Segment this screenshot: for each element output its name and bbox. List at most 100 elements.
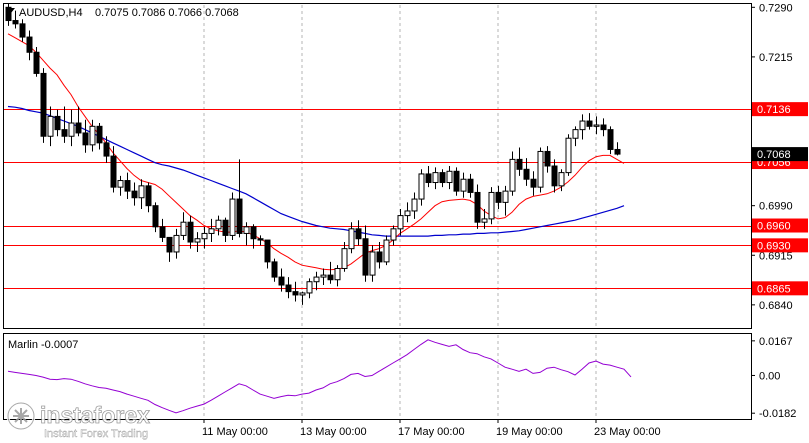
bearish-candle xyxy=(26,36,33,53)
bullish-candle xyxy=(488,191,495,220)
bullish-candle xyxy=(341,248,348,269)
bullish-candle xyxy=(229,198,236,236)
bullish-candle xyxy=(299,292,306,296)
bearish-candle xyxy=(530,178,537,188)
bullish-candle xyxy=(446,170,453,184)
y-tick-label: 0.7215 xyxy=(759,52,793,64)
bullish-candle xyxy=(320,274,327,278)
bullish-candle xyxy=(334,267,341,281)
bullish-candle xyxy=(404,210,411,217)
bearish-candle xyxy=(551,165,558,187)
osc-y-tick-label: 0.00 xyxy=(759,370,780,382)
bullish-candle xyxy=(397,215,404,230)
bearish-candle xyxy=(453,170,460,192)
bullish-candle xyxy=(418,173,425,200)
bullish-candle xyxy=(215,219,222,230)
bullish-candle xyxy=(432,172,439,184)
bullish-candle xyxy=(138,185,145,199)
bearish-candle xyxy=(523,168,530,180)
bullish-candle xyxy=(460,178,467,192)
level-price-label: 0.7136 xyxy=(757,104,791,116)
bearish-candle xyxy=(586,120,593,127)
bearish-candle xyxy=(264,239,271,263)
bullish-candle xyxy=(180,221,187,236)
bearish-candle xyxy=(103,142,110,157)
bearish-candle xyxy=(292,291,299,296)
level-price-label: 0.6865 xyxy=(757,283,791,295)
bearish-candle xyxy=(54,115,61,131)
current-price-label: 0.7068 xyxy=(757,149,791,161)
bearish-candle xyxy=(474,191,481,223)
bearish-candle xyxy=(544,150,551,167)
bullish-candle xyxy=(173,234,180,253)
bearish-candle xyxy=(12,20,19,25)
bearish-candle xyxy=(355,228,362,240)
bullish-candle xyxy=(593,124,600,127)
bullish-candle xyxy=(208,228,215,234)
bullish-candle xyxy=(481,218,488,223)
bearish-candle xyxy=(96,125,103,144)
bearish-candle xyxy=(159,226,166,238)
bullish-candle xyxy=(201,232,208,240)
bearish-candle xyxy=(19,23,26,38)
bullish-candle xyxy=(502,190,509,203)
bearish-candle xyxy=(376,251,383,263)
bearish-candle xyxy=(110,155,117,188)
bearish-candle xyxy=(124,180,131,192)
brand-tagline: Instant Forex Trading xyxy=(44,428,148,440)
x-tick-label: 19 May 00:00 xyxy=(496,426,563,438)
bearish-candle xyxy=(131,190,138,199)
time-axis: 11 May 00:00 13 May 00:00 17 May 00:00 19 M… xyxy=(202,419,661,438)
bearish-candle xyxy=(236,198,243,234)
bearish-candle xyxy=(285,284,292,293)
bullish-candle xyxy=(243,226,250,234)
chart-canvas: 0.72900.72150.69900.69150.68400.71360.70… xyxy=(3,2,808,440)
bearish-candle xyxy=(33,51,40,74)
bullish-candle xyxy=(537,150,544,188)
bullish-candle xyxy=(117,180,124,188)
bearish-candle xyxy=(166,236,173,253)
bearish-candle xyxy=(439,172,446,184)
level-price-label: 0.6930 xyxy=(757,240,791,252)
bullish-candle xyxy=(383,239,390,263)
ohlc-readout: 0.7075 0.7086 0.7066 0.7068 xyxy=(95,7,239,19)
bearish-candle xyxy=(250,226,257,240)
instaforex-logo: instaforex Instant Forex Trading xyxy=(6,401,151,440)
bearish-candle xyxy=(495,191,502,203)
bullish-candle xyxy=(565,137,572,174)
bullish-candle xyxy=(411,198,418,212)
bearish-candle xyxy=(614,148,621,155)
bearish-candle xyxy=(327,274,334,281)
bullish-candle xyxy=(579,120,586,131)
bullish-candle xyxy=(348,228,355,250)
bearish-candle xyxy=(82,132,89,146)
bearish-candle xyxy=(607,129,614,150)
bearish-candle xyxy=(187,221,194,243)
bullish-candle xyxy=(390,228,397,241)
x-tick-label: 17 May 00:00 xyxy=(398,426,465,438)
bullish-candle xyxy=(47,115,54,137)
x-tick-label: 13 May 00:00 xyxy=(300,426,367,438)
bullish-candle xyxy=(194,238,201,243)
bearish-candle xyxy=(467,178,474,193)
price-axis: 0.72900.72150.69900.69150.68400.71360.70… xyxy=(751,2,808,420)
x-tick-label: 11 May 00:00 xyxy=(202,426,268,438)
osc-y-tick-label: 0.0167 xyxy=(759,336,793,348)
symbol-title: AUDUSD,H4 xyxy=(19,7,83,19)
bearish-candle xyxy=(152,205,159,228)
bearish-candle xyxy=(75,122,82,134)
bearish-candle xyxy=(40,72,47,137)
x-tick-label: 23 May 00:00 xyxy=(594,426,661,438)
bearish-candle xyxy=(271,261,278,278)
bullish-candle xyxy=(68,122,75,137)
y-tick-label: 0.6840 xyxy=(759,300,793,312)
bullish-candle xyxy=(572,129,579,139)
bearish-candle xyxy=(61,129,68,137)
bearish-candle xyxy=(145,185,152,207)
y-tick-label: 0.6990 xyxy=(759,201,793,213)
bullish-candle xyxy=(509,158,516,192)
bearish-candle xyxy=(222,219,229,236)
brand-name: instaforex xyxy=(40,402,150,428)
bearish-candle xyxy=(600,124,607,131)
bullish-candle xyxy=(313,276,320,283)
